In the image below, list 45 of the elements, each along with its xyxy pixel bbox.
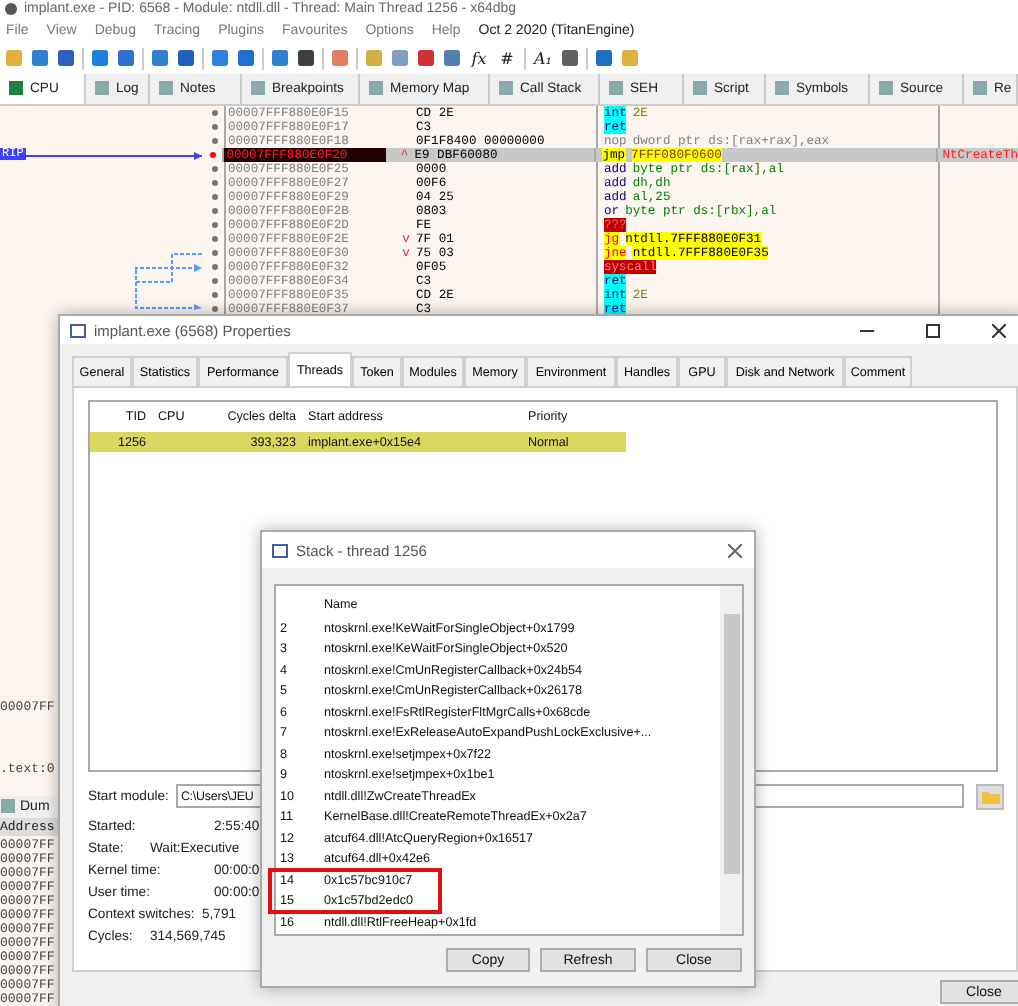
tab-icon xyxy=(368,80,384,97)
breakpoint-dot[interactable] xyxy=(212,235,218,242)
close-icon[interactable] xyxy=(992,323,1006,337)
breakpoint-dot[interactable] xyxy=(212,221,218,228)
toolbar-icon[interactable] xyxy=(560,48,580,69)
breakpoint-dot[interactable] xyxy=(212,291,218,298)
breakpoint-dot[interactable] xyxy=(212,305,218,312)
breakpoint-dot[interactable] xyxy=(212,249,218,256)
toolbar-icon[interactable] xyxy=(176,48,196,69)
toolbar-icon[interactable] xyxy=(594,48,614,69)
breakpoint-dot[interactable] xyxy=(212,207,218,214)
toolbar-icon[interactable] xyxy=(236,48,256,69)
scrollbar[interactable] xyxy=(720,586,742,934)
maximize-icon[interactable] xyxy=(926,323,940,337)
folder-icon xyxy=(981,789,1000,803)
toolbar-button[interactable]: # xyxy=(496,49,518,68)
app-icon xyxy=(70,323,86,337)
tab-icon xyxy=(692,80,708,97)
tab-icon xyxy=(498,80,514,97)
breakpoint-dot[interactable] xyxy=(210,151,217,158)
breakpoint-dot[interactable] xyxy=(212,137,218,144)
tab-icon xyxy=(878,80,894,97)
tab-icon xyxy=(972,80,988,97)
toolbar-button[interactable]: fx xyxy=(468,49,490,68)
breakpoint-dot[interactable] xyxy=(212,109,218,116)
breakpoint-dot[interactable] xyxy=(212,165,218,172)
breakpoint-dot[interactable] xyxy=(212,277,218,284)
breakpoint-dot[interactable] xyxy=(212,123,218,130)
app-icon xyxy=(272,543,288,557)
tab-icon xyxy=(8,80,24,97)
toolbar-icon[interactable] xyxy=(56,48,76,69)
tab-icon xyxy=(250,80,266,97)
tab-icon xyxy=(0,798,16,815)
toolbar-icon[interactable] xyxy=(296,48,316,69)
tab-icon xyxy=(774,80,790,97)
close-icon[interactable] xyxy=(728,543,742,557)
toolbar-icon[interactable] xyxy=(416,48,436,69)
toolbar-icon[interactable] xyxy=(116,48,136,69)
breakpoint-dot[interactable] xyxy=(212,193,218,200)
breakpoint-dot[interactable] xyxy=(212,179,218,186)
tab-icon xyxy=(158,80,174,97)
tab-icon xyxy=(94,80,110,97)
toolbar-button[interactable]: A₁ xyxy=(532,49,554,68)
tab-icon xyxy=(608,80,624,97)
breakpoint-dot[interactable] xyxy=(212,263,218,270)
